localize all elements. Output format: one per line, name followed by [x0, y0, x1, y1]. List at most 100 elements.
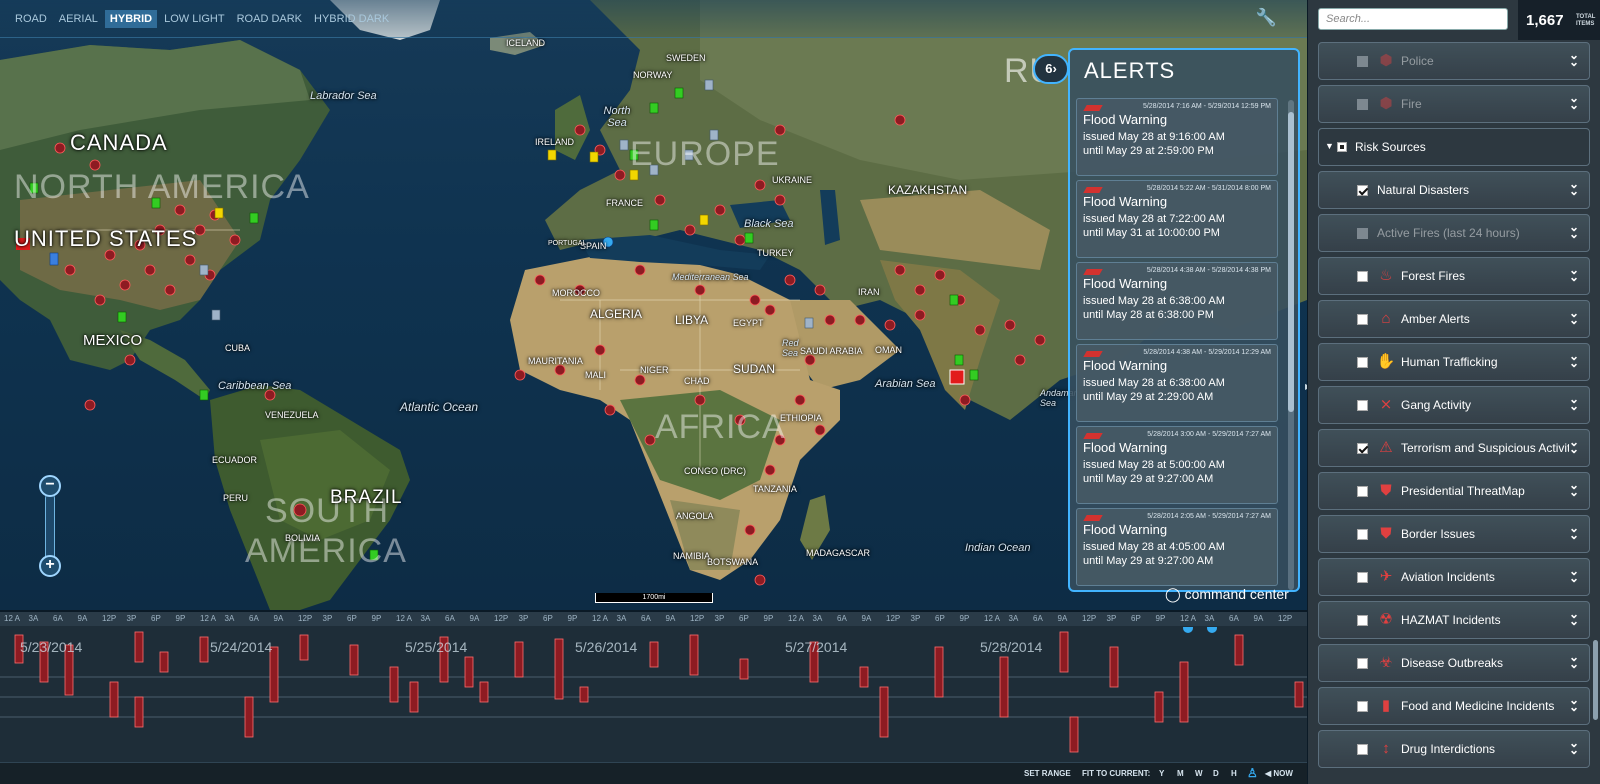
timeline[interactable]: 12 A 3A 6A 9A 12P 3P 6P 9P 12 A 3A 6A 9A 12P 3P 6P 9P 12…: [0, 612, 1307, 784]
chevron-down-icon[interactable]: ⌄ ⌄: [1569, 522, 1579, 541]
alert-item[interactable]: 5/28/2014 4:38 AM - 5/28/2014 4:38 PM Fl…: [1076, 262, 1278, 340]
label-ukraine: UKRAINE: [772, 175, 813, 185]
layer-aviation-incidents[interactable]: ✈ ⌄ ⌄ Aviation Incidents: [1318, 558, 1590, 596]
alerts-scroll-thumb[interactable]: [1288, 112, 1294, 412]
alert-until: until May 29 at 9:27:00 AM: [1083, 473, 1214, 485]
layer-hazmat-incidents[interactable]: ☢ ⌄ ⌄ HAZMAT Incidents: [1318, 601, 1590, 639]
label-canada: CANADA: [70, 130, 168, 155]
layer-fire[interactable]: ⬢ ⌄ ⌄ Fire: [1318, 85, 1590, 123]
map-style-hybrid-dark[interactable]: HYBRID DARK: [309, 10, 394, 28]
layer-checkbox[interactable]: [1357, 314, 1368, 325]
timeline-hour-tick: 3A: [224, 614, 235, 623]
command-center-app: CANADA NORTH AMERICA UNITED STATES MEXIC…: [0, 0, 1600, 784]
layer-checkbox[interactable]: [1357, 701, 1368, 712]
timeline-hour-ticks: 12 A 3A 6A 9A 12P 3P 6P 9P 12 A 3A 6A 9A 12P 3P 6P 9P 12…: [0, 612, 1307, 626]
timeline-hour-tick: 3P: [1106, 614, 1117, 623]
layer-natural-disasters[interactable]: ⌄ ⌄ Natural Disasters: [1318, 171, 1590, 209]
map-style-low-light[interactable]: LOW LIGHT: [159, 10, 230, 28]
expand-triangle-icon[interactable]: ▼: [1325, 141, 1334, 151]
layer-terrorism-and-suspicious-activity[interactable]: ⚠ ⌄ ⌄ Terrorism and Suspicious Activity: [1318, 429, 1590, 467]
layer-checkbox[interactable]: [1357, 486, 1368, 497]
alert-item[interactable]: 5/28/2014 3:00 AM - 5/29/2014 7:27 AM Fl…: [1076, 426, 1278, 504]
layer-checkbox[interactable]: [1357, 572, 1368, 583]
layer-food-and-medicine-incidents[interactable]: ▮ ⌄ ⌄ Food and Medicine Incidents: [1318, 687, 1590, 725]
fit-year-button[interactable]: Y: [1159, 769, 1164, 778]
chevron-down-icon[interactable]: ⌄ ⌄: [1569, 49, 1579, 68]
layer-forest-fires[interactable]: ♨ ⌄ ⌄ Forest Fires: [1318, 257, 1590, 295]
map-style-road-dark[interactable]: ROAD DARK: [232, 10, 307, 28]
zoom-in-button[interactable]: +: [39, 555, 61, 577]
chevron-down-icon[interactable]: ⌄ ⌄: [1569, 264, 1579, 283]
group-checkbox[interactable]: [1337, 142, 1347, 152]
layer-drug-interdictions[interactable]: ↕ ⌄ ⌄ Drug Interdictions: [1318, 730, 1590, 768]
search-input[interactable]: Search...: [1318, 8, 1508, 30]
chevron-down-icon[interactable]: ⌄ ⌄: [1569, 694, 1579, 713]
map-style-bar: ROAD AERIAL HYBRID LOW LIGHT ROAD DARK H…: [0, 0, 1307, 38]
layer-gang-activity[interactable]: ⨯ ⌄ ⌄ Gang Activity: [1318, 386, 1590, 424]
layer-police[interactable]: ⬢ ⌄ ⌄ Police: [1318, 42, 1590, 80]
layer-border-issues[interactable]: ⛊ ⌄ ⌄ Border Issues: [1318, 515, 1590, 553]
layer-checkbox[interactable]: [1357, 658, 1368, 669]
fit-week-button[interactable]: W: [1195, 769, 1203, 778]
biohazard-icon: ☣: [1379, 654, 1393, 671]
now-button[interactable]: ◀ NOW: [1265, 769, 1293, 778]
alert-item[interactable]: 5/28/2014 2:05 AM - 5/29/2014 7:27 AM Fl…: [1076, 508, 1278, 586]
layer-amber-alerts[interactable]: ⌂ ⌄ ⌄ Amber Alerts: [1318, 300, 1590, 338]
layer-label: Disease Outbreaks: [1401, 656, 1504, 670]
label-africa: AFRICA: [655, 408, 786, 446]
chevron-down-icon[interactable]: ⌄ ⌄: [1569, 178, 1579, 197]
layer-presidential-threatmap[interactable]: ⛊ ⌄ ⌄ Presidential ThreatMap: [1318, 472, 1590, 510]
layer-checkbox[interactable]: [1357, 271, 1368, 282]
chevron-down-icon[interactable]: ⌄ ⌄: [1569, 608, 1579, 627]
layer-checkbox[interactable]: [1357, 228, 1368, 239]
chevron-down-icon[interactable]: ⌄ ⌄: [1569, 221, 1579, 240]
chevron-down-icon[interactable]: ⌄ ⌄: [1569, 651, 1579, 670]
chevron-down-icon[interactable]: ⌄ ⌄: [1569, 479, 1579, 498]
set-range-button[interactable]: SET RANGE: [1024, 769, 1071, 778]
person-icon[interactable]: ♙: [1247, 766, 1258, 780]
alerts-scrollbar[interactable]: [1288, 100, 1294, 590]
layer-checkbox[interactable]: [1357, 357, 1368, 368]
fit-day-button[interactable]: D: [1213, 769, 1219, 778]
layer-checkbox[interactable]: [1357, 185, 1368, 196]
map-style-hybrid[interactable]: HYBRID: [104, 10, 158, 28]
wrench-icon[interactable]: 🔧: [1256, 8, 1277, 28]
timeline-hour-tick: 12 A: [200, 614, 217, 623]
alert-item[interactable]: 5/28/2014 7:16 AM - 5/29/2014 12:59 PM F…: [1076, 98, 1278, 176]
alert-name: Flood Warning: [1083, 358, 1168, 373]
chevron-down-icon[interactable]: ⌄ ⌄: [1569, 393, 1579, 412]
map-style-road[interactable]: ROAD: [10, 10, 52, 28]
chevron-down-icon[interactable]: ⌄ ⌄: [1569, 436, 1579, 455]
alert-item[interactable]: 5/28/2014 4:38 AM - 5/29/2014 12:29 AM F…: [1076, 344, 1278, 422]
layer-human-trafficking[interactable]: ✋ ⌄ ⌄ Human Trafficking: [1318, 343, 1590, 381]
alerts-count-toggle[interactable]: 6›: [1033, 54, 1069, 84]
fit-month-button[interactable]: M: [1177, 769, 1184, 778]
layer-checkbox[interactable]: [1357, 400, 1368, 411]
human-trafficking-icon: ✋: [1376, 353, 1396, 370]
chevron-down-icon[interactable]: ⌄ ⌄: [1569, 565, 1579, 584]
chevron-down-icon[interactable]: ⌄ ⌄: [1569, 350, 1579, 369]
layer-checkbox[interactable]: [1357, 615, 1368, 626]
world-map[interactable]: CANADA NORTH AMERICA UNITED STATES MEXIC…: [0, 0, 1307, 610]
layer-checkbox[interactable]: [1357, 443, 1368, 454]
alert-item[interactable]: 5/28/2014 5:22 AM - 5/31/2014 8:00 PM Fl…: [1076, 180, 1278, 258]
layer-checkbox[interactable]: [1357, 529, 1368, 540]
layer-active-fires-last-24-hours[interactable]: ⌄ ⌄ Active Fires (last 24 hours): [1318, 214, 1590, 252]
map-style-aerial[interactable]: AERIAL: [54, 10, 103, 28]
layer-checkbox[interactable]: [1357, 56, 1368, 67]
chevron-down-icon[interactable]: ⌄ ⌄: [1569, 307, 1579, 326]
layer-checkbox[interactable]: [1357, 99, 1368, 110]
alert-name: Flood Warning: [1083, 112, 1168, 127]
layer-checkbox[interactable]: [1357, 744, 1368, 755]
timeline-track[interactable]: 5/23/2014 5/24/2014 5/25/2014 5/26/2014 …: [0, 623, 1307, 755]
timeline-hour-tick: 3P: [322, 614, 333, 623]
layer-risk-sources[interactable]: ▼ Risk Sources: [1318, 128, 1590, 166]
layer-disease-outbreaks[interactable]: ☣ ⌄ ⌄ Disease Outbreaks: [1318, 644, 1590, 682]
chevron-down-icon[interactable]: ⌄ ⌄: [1569, 737, 1579, 756]
chevron-down-icon[interactable]: ⌄ ⌄: [1569, 92, 1579, 111]
panel-scrollbar[interactable]: [1593, 640, 1598, 720]
zoom-out-button[interactable]: −: [39, 475, 61, 497]
label-ireland: IRELAND: [535, 137, 575, 147]
fit-hour-button[interactable]: H: [1231, 769, 1237, 778]
alert-issued: issued May 28 at 9:16:00 AM: [1083, 131, 1225, 143]
